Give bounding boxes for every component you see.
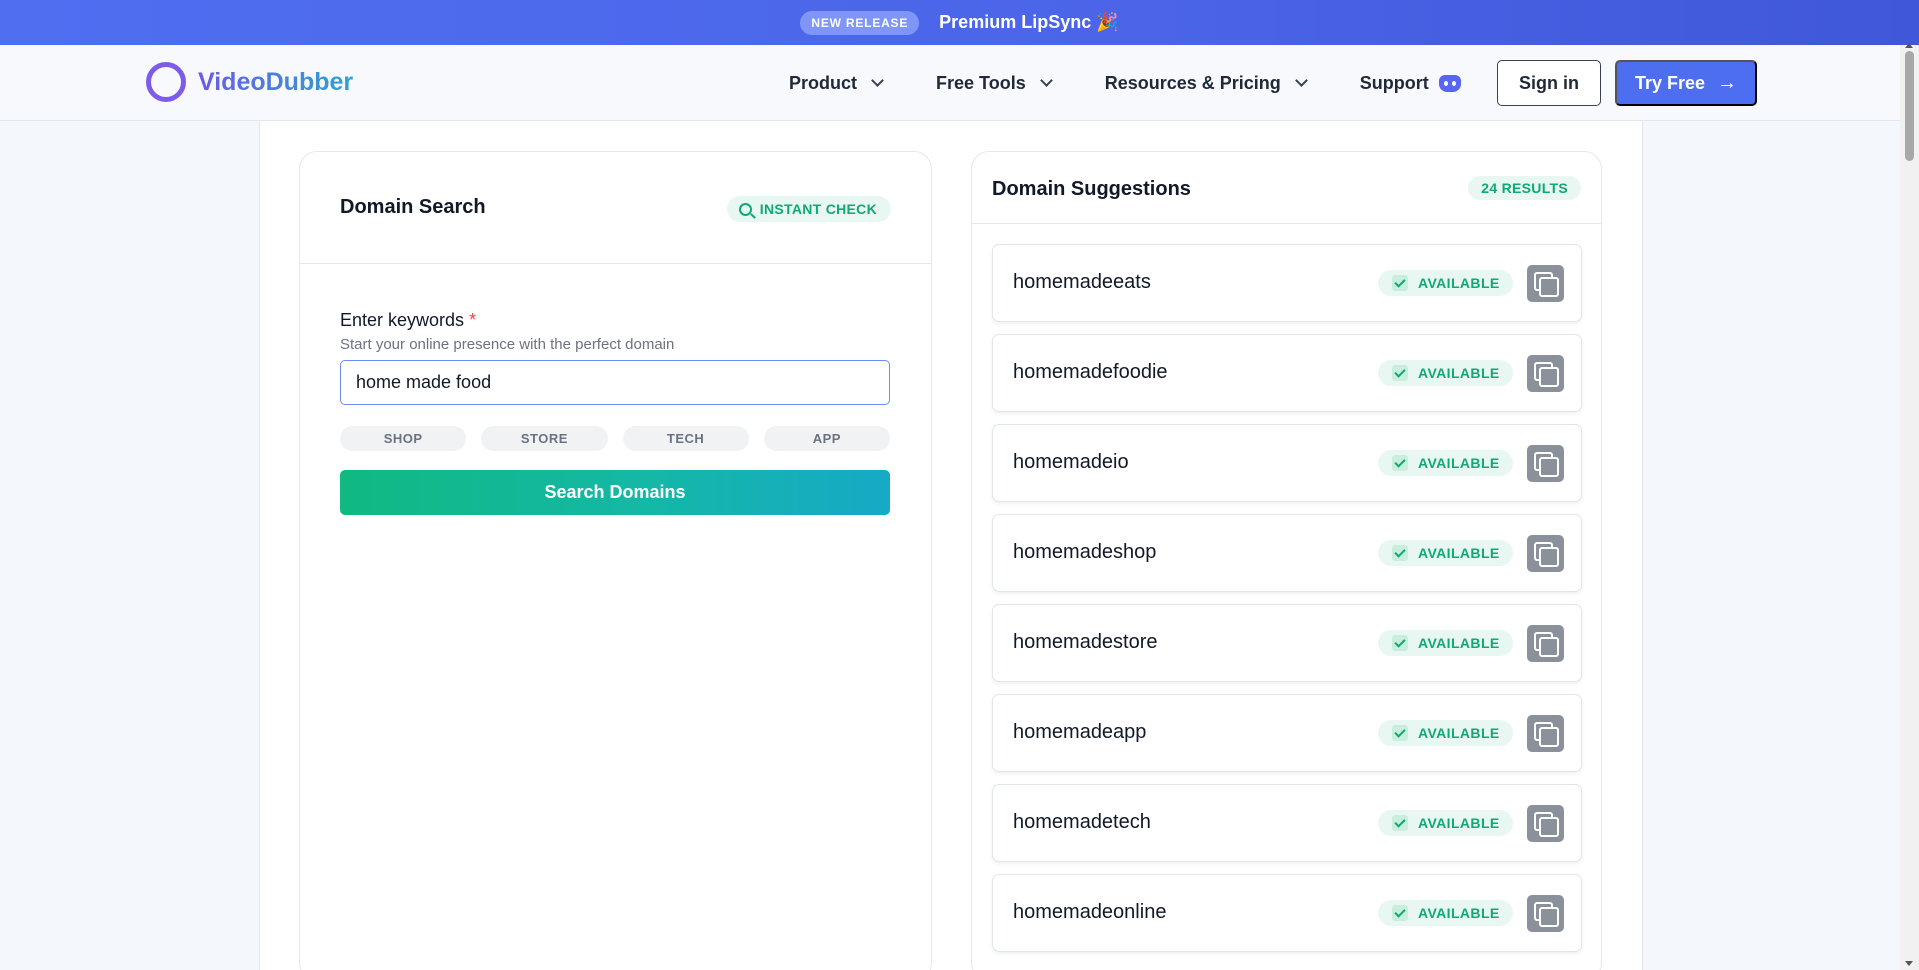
divider (300, 263, 931, 264)
domain-name: homemadefoodie (1013, 361, 1168, 383)
domain-name: homemadeonline (1013, 901, 1167, 923)
required-mark: * (469, 310, 477, 330)
sign-in-button[interactable]: Sign in (1497, 60, 1601, 106)
domain-name: homemadeapp (1013, 721, 1147, 743)
status-label: AVAILABLE (1418, 905, 1500, 921)
chip-shop[interactable]: SHOP (340, 426, 467, 451)
copy-icon[interactable] (1527, 895, 1564, 932)
suffix-chips: SHOP STORE TECH APP (340, 426, 890, 451)
domain-name: homemadeeats (1013, 271, 1151, 293)
try-free-label: Try Free (1634, 72, 1706, 93)
check-icon (1392, 635, 1408, 651)
list-item[interactable]: homemadestore AVAILABLE (992, 604, 1582, 682)
nav-free-tools-label: Free Tools (936, 72, 1026, 93)
keywords-input[interactable] (340, 360, 890, 405)
check-icon (1392, 365, 1408, 381)
announcement-message[interactable]: Premium LipSync 🎉 (939, 12, 1118, 33)
status-label: AVAILABLE (1418, 365, 1500, 381)
domain-name: homemadeshop (1013, 541, 1157, 563)
domain-name: homemadeio (1013, 451, 1129, 473)
domain-search-title: Domain Search (340, 196, 486, 218)
discord-icon (1438, 74, 1461, 92)
arrow-right-icon: → (1717, 71, 1738, 94)
copy-icon[interactable] (1527, 625, 1564, 662)
check-icon (1392, 905, 1408, 921)
logo-ring-icon (146, 62, 186, 102)
available-badge: AVAILABLE (1378, 810, 1513, 836)
list-item[interactable]: homemadeshop AVAILABLE (992, 514, 1582, 592)
keywords-label: Enter keywords * (340, 310, 476, 331)
site-header: VideoDubber Product Free Tools Resources… (0, 45, 1900, 121)
domain-name: homemadestore (1013, 631, 1158, 653)
nav-support-label: Support (1359, 72, 1429, 93)
check-icon (1392, 545, 1408, 561)
instant-check-label: INSTANT CHECK (759, 201, 877, 217)
status-label: AVAILABLE (1418, 815, 1500, 831)
chip-app[interactable]: APP (763, 426, 890, 451)
available-badge: AVAILABLE (1378, 360, 1513, 386)
list-item[interactable]: homemadeio AVAILABLE (992, 424, 1582, 502)
brand-logo[interactable]: VideoDubber (146, 62, 353, 102)
check-icon (1392, 455, 1408, 471)
brand-name: VideoDubber (198, 67, 354, 96)
list-item[interactable]: homemadeonline AVAILABLE (992, 874, 1582, 952)
copy-icon[interactable] (1527, 355, 1564, 392)
keywords-helper-text: Start your online presence with the perf… (340, 336, 675, 353)
try-free-button[interactable]: Try Free → (1615, 60, 1757, 106)
chevron-down-icon (1039, 74, 1053, 87)
chip-tech[interactable]: TECH (622, 426, 749, 451)
chevron-down-icon (1294, 74, 1308, 87)
nav-product-label: Product (789, 72, 858, 93)
new-release-badge: NEW RELEASE (800, 10, 920, 35)
copy-icon[interactable] (1527, 805, 1564, 842)
chip-store[interactable]: STORE (481, 426, 608, 451)
scroll-down-icon[interactable] (1905, 961, 1913, 966)
results-count-badge: 24 RESULTS (1468, 176, 1581, 200)
status-label: AVAILABLE (1418, 635, 1500, 651)
suggestions-header: Domain Suggestions 24 RESULTS (972, 152, 1601, 224)
available-badge: AVAILABLE (1378, 720, 1513, 746)
nav-resources-pricing[interactable]: Resources & Pricing (1104, 72, 1308, 94)
status-label: AVAILABLE (1418, 455, 1500, 471)
list-item[interactable]: homemadefoodie AVAILABLE (992, 334, 1582, 412)
search-icon (738, 202, 752, 216)
domain-search-panel: Domain Search INSTANT CHECK Enter keywor… (299, 151, 932, 970)
check-icon (1392, 275, 1408, 291)
list-item[interactable]: homemadeeats AVAILABLE (992, 244, 1582, 322)
check-icon (1392, 815, 1408, 831)
nav-product[interactable]: Product (789, 72, 884, 94)
available-badge: AVAILABLE (1378, 900, 1513, 926)
page-scrollbar[interactable] (1900, 43, 1919, 970)
announcement-bar[interactable]: NEW RELEASE Premium LipSync 🎉 (0, 0, 1919, 45)
copy-icon[interactable] (1527, 715, 1564, 752)
nav-resources-label: Resources & Pricing (1104, 72, 1281, 93)
available-badge: AVAILABLE (1378, 540, 1513, 566)
domain-name: homemadetech (1013, 811, 1151, 833)
status-label: AVAILABLE (1418, 725, 1500, 741)
domain-suggestions-panel: Domain Suggestions 24 RESULTS homemadeea… (971, 151, 1602, 970)
list-item[interactable]: homemadeapp AVAILABLE (992, 694, 1582, 772)
main-nav: Product Free Tools Resources & Pricing S… (789, 45, 1491, 121)
nav-support[interactable]: Support (1360, 73, 1461, 94)
copy-icon[interactable] (1527, 535, 1564, 572)
nav-free-tools[interactable]: Free Tools (936, 72, 1053, 94)
scrollbar-thumb[interactable] (1905, 51, 1914, 161)
available-badge: AVAILABLE (1378, 630, 1513, 656)
list-item[interactable]: homemadetech AVAILABLE (992, 784, 1582, 862)
instant-check-badge: INSTANT CHECK (726, 196, 891, 222)
available-badge: AVAILABLE (1378, 450, 1513, 476)
copy-icon[interactable] (1527, 445, 1564, 482)
chevron-down-icon (871, 74, 884, 87)
keywords-label-text: Enter keywords (340, 310, 465, 330)
search-domains-button[interactable]: Search Domains (340, 470, 890, 515)
status-label: AVAILABLE (1418, 545, 1500, 561)
check-icon (1392, 725, 1408, 741)
scroll-up-icon[interactable] (1905, 43, 1913, 48)
available-badge: AVAILABLE (1378, 270, 1513, 296)
suggestions-title: Domain Suggestions (992, 178, 1191, 200)
copy-icon[interactable] (1527, 265, 1564, 302)
suggestions-list: homemadeeats AVAILABLE homemadefoodie AV… (992, 244, 1582, 964)
status-label: AVAILABLE (1418, 275, 1500, 291)
